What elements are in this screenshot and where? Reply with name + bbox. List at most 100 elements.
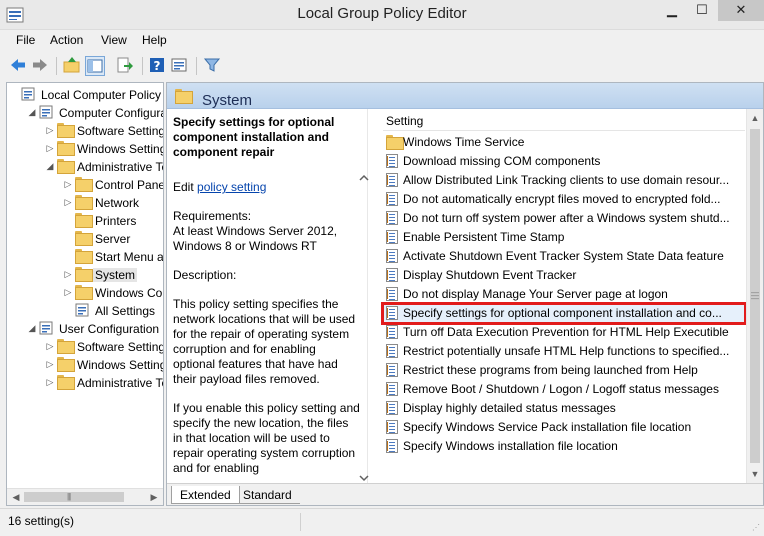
settings-vertical-scrollbar[interactable]: ▲ — — — ▼ — [746, 109, 763, 483]
list-item[interactable]: Turn off Data Execution Prevention for H… — [383, 323, 745, 342]
up-one-level-button[interactable] — [63, 56, 83, 76]
tree-item[interactable]: ▷ Software Settings — [7, 338, 163, 356]
policy-icon — [386, 154, 400, 169]
menu-action[interactable]: Action — [50, 33, 83, 47]
list-item-label: Restrict potentially unsafe HTML Help fu… — [403, 344, 730, 358]
title-bar: Local Group Policy Editor ▁ ☐ ✕ — [0, 0, 764, 30]
tree-item[interactable]: Server — [7, 230, 163, 248]
list-item[interactable]: Restrict potentially unsafe HTML Help fu… — [383, 342, 745, 361]
scroll-right-icon[interactable]: ▶ — [147, 491, 161, 503]
menu-bar: File Action View Help — [0, 30, 764, 52]
scroll-down-icon[interactable] — [358, 473, 370, 483]
expand-arrow-icon[interactable]: ▷ — [63, 268, 73, 280]
list-item[interactable]: Display Shutdown Event Tracker — [383, 266, 745, 285]
list-item-label: Download missing COM components — [403, 154, 601, 168]
expand-arrow-icon[interactable]: ▷ — [63, 178, 73, 190]
window-title: Local Group Policy Editor — [297, 5, 467, 22]
menu-file[interactable]: File — [16, 33, 35, 47]
help-button[interactable]: ? — [148, 56, 168, 76]
expand-arrow-icon[interactable]: ▷ — [63, 286, 73, 298]
show-hide-tree-icon — [87, 59, 103, 73]
filter-button[interactable] — [203, 56, 223, 76]
list-item[interactable]: Do not turn off system power after a Win… — [383, 209, 745, 228]
list-item[interactable]: Specify Windows installation file locati… — [383, 437, 745, 456]
tree-item[interactable]: ▷ Windows Cor — [7, 284, 163, 302]
list-item[interactable]: Remove Boot / Shutdown / Logon / Logoff … — [383, 380, 745, 399]
tree-item[interactable]: ▷ Windows Setting — [7, 140, 163, 158]
tree-item[interactable]: All Settings — [7, 302, 163, 320]
tree-item[interactable]: ▷ Software Settings — [7, 122, 163, 140]
list-item[interactable]: Specify Windows Service Pack installatio… — [383, 418, 745, 437]
tree-scroll-thumb[interactable] — [24, 492, 124, 502]
list-item[interactable]: Allow Distributed Link Tracking clients … — [383, 171, 745, 190]
forward-arrow-icon — [33, 59, 47, 71]
tree-horizontal-scrollbar[interactable]: ◀ ||| ▶ — [7, 488, 163, 505]
show-hide-tree-button[interactable] — [85, 56, 105, 76]
list-item[interactable]: Activate Shutdown Event Tracker System S… — [383, 247, 745, 266]
maximize-button[interactable]: ☐ — [688, 0, 716, 21]
tree-item-label: Printers — [95, 214, 137, 228]
folder-icon — [57, 141, 75, 156]
tree-item[interactable]: Local Computer Policy — [7, 86, 163, 104]
tree-item[interactable]: ◢ User Configuration — [7, 320, 163, 338]
policy-icon — [386, 382, 400, 397]
menu-help[interactable]: Help — [142, 33, 167, 47]
policy-icon — [386, 363, 400, 378]
list-item[interactable]: Enable Persistent Time Stamp — [383, 228, 745, 247]
tree-item[interactable]: Printers — [7, 212, 163, 230]
resize-grip-icon[interactable]: ⋰ — [752, 523, 760, 532]
expand-arrow-icon[interactable]: ▷ — [45, 124, 55, 136]
policy-icon — [386, 173, 400, 188]
tree-item[interactable]: ▷ Network — [7, 194, 163, 212]
scroll-up-icon[interactable]: ▲ — [749, 111, 761, 125]
tree-item-label: Local Computer Policy — [41, 88, 162, 102]
tree-item[interactable]: ▷ Administrative Te — [7, 374, 163, 392]
list-item[interactable]: Download missing COM components — [383, 152, 745, 171]
collapse-arrow-icon[interactable]: ◢ — [27, 322, 37, 334]
folder-icon — [57, 375, 75, 390]
toolbar: ? — [0, 52, 764, 80]
expand-arrow-icon[interactable]: ▷ — [63, 196, 73, 208]
tree-item[interactable]: Start Menu ar — [7, 248, 163, 266]
details-header: System — [167, 83, 763, 109]
list-item-selected[interactable]: Specify settings for optional component … — [381, 302, 747, 325]
edit-policy-setting-link[interactable]: policy setting — [197, 180, 266, 194]
expand-arrow-icon[interactable]: ▷ — [45, 340, 55, 352]
collapse-arrow-icon[interactable]: ◢ — [45, 160, 55, 172]
collapse-arrow-icon[interactable]: ◢ — [27, 106, 37, 118]
close-button[interactable]: ✕ — [718, 0, 764, 21]
folder-icon — [175, 89, 193, 104]
expand-arrow-icon[interactable]: ▷ — [45, 358, 55, 370]
description-scrollbar[interactable] — [357, 173, 371, 483]
tree-item[interactable]: ◢ Administrative Te — [7, 158, 163, 176]
list-item[interactable]: Restrict these programs from being launc… — [383, 361, 745, 380]
export-list-button[interactable] — [116, 56, 136, 76]
list-item-label: Specify Windows Service Pack installatio… — [403, 420, 692, 434]
minimize-button[interactable]: ▁ — [658, 0, 686, 21]
tree-item[interactable]: ▷ Windows Setting — [7, 356, 163, 374]
menu-view[interactable]: View — [101, 33, 127, 47]
status-bar: 16 setting(s) ⋰ — [0, 508, 764, 536]
list-item[interactable]: Display highly detailed status messages — [383, 399, 745, 418]
forward-button[interactable] — [31, 56, 51, 76]
list-item[interactable]: Do not automatically encrypt files moved… — [383, 190, 745, 209]
column-header-setting[interactable]: Setting — [383, 111, 745, 131]
tree-item-label: System — [93, 268, 138, 282]
expand-arrow-icon[interactable]: ▷ — [45, 142, 55, 154]
tree-item[interactable]: ▷ Control Panel — [7, 176, 163, 194]
tab-standard[interactable]: Standard — [235, 486, 300, 504]
tree-item-label: Computer Configura — [59, 106, 164, 120]
back-button[interactable] — [9, 56, 29, 76]
list-item-label: Do not display Manage Your Server page a… — [403, 287, 668, 301]
expand-arrow-icon[interactable]: ▷ — [45, 376, 55, 388]
list-item[interactable]: Do not display Manage Your Server page a… — [383, 285, 745, 304]
scroll-down-icon[interactable]: ▼ — [749, 467, 761, 481]
properties-button[interactable] — [170, 56, 190, 76]
scroll-up-icon[interactable] — [358, 173, 370, 183]
tree-item-label: Windows Cor — [95, 286, 164, 300]
tree-item[interactable]: ▷ System — [7, 266, 163, 284]
tab-extended[interactable]: Extended — [171, 486, 240, 504]
list-item[interactable]: Windows Time Service — [383, 133, 745, 152]
tree-item[interactable]: ◢ Computer Configura — [7, 104, 163, 122]
scroll-left-icon[interactable]: ◀ — [9, 491, 23, 503]
